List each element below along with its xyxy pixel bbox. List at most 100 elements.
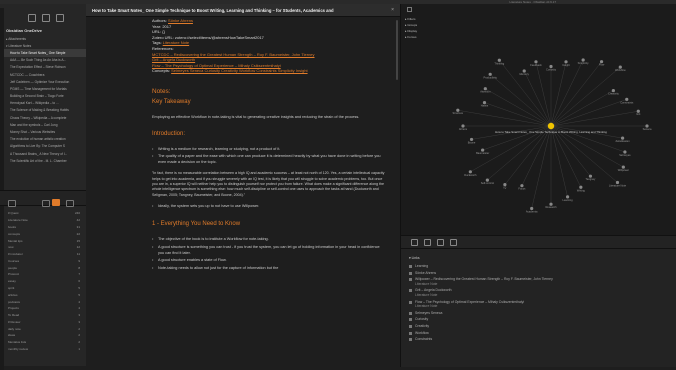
tag-row[interactable]: # incubator 11: [0, 251, 86, 258]
file-tree-item[interactable]: How to Take Smart Notes_ One Simple: [0, 49, 86, 57]
tag-name: spirit: [8, 285, 15, 290]
tag-row[interactable]: Literature Note 42: [0, 217, 86, 224]
tag-row[interactable]: Mentalus lists 2: [0, 339, 86, 346]
tag-row[interactable]: podcasts 4: [0, 298, 86, 305]
file-tree-item[interactable]: AAA — Be Such Thing As An Aha is A...: [0, 57, 86, 64]
file-tree-item[interactable]: The Expectation Effect – Steve Robson: [0, 64, 86, 71]
tag-row[interactable]: essay 6: [0, 278, 86, 285]
graph-node-label: Flow: [599, 63, 605, 67]
graph-canvas[interactable]: Curiosity Insight Simplicity Flow Workflow Cr…: [401, 14, 676, 234]
link-item[interactable]: Creativity: [409, 324, 669, 329]
tag-count: 2: [78, 326, 80, 331]
tag-row[interactable]: now 12: [0, 244, 86, 251]
tag-name: monthly review: [8, 347, 29, 352]
link-item[interactable]: Flow – The Psychology of Optimal Experie…: [409, 300, 669, 309]
tag-row[interactable]: books 31: [0, 224, 86, 231]
tag-row[interactable]: Courses 9: [0, 257, 86, 264]
file-tree-item[interactable]: Algorithms to Live By: The Computer S: [0, 143, 86, 150]
vault-name[interactable]: Obsidian OneDrive: [0, 26, 86, 35]
link-item[interactable]: Curiosity: [409, 317, 669, 322]
graph-node-label: Ahrens: [459, 127, 468, 131]
tag-pane-active-button[interactable]: [52, 199, 60, 206]
note-icon: [409, 300, 412, 304]
graph-icon[interactable]: [407, 7, 412, 12]
file-tree-item[interactable]: Hemolysal Kart – Wikipedia – to ...: [0, 100, 86, 107]
tag-row[interactable]: people 8: [0, 264, 86, 271]
close-icon[interactable]: ×: [391, 7, 394, 13]
graph-node-label: Constraints: [620, 100, 634, 104]
file-tree-item[interactable]: The evolution of human artistic creation: [0, 136, 86, 143]
key-takeaway-text: Employing an effective Workflow in note-…: [152, 114, 360, 119]
file-tree-item[interactable]: ▸ Attachments: [0, 35, 86, 42]
note-titlebar: How to Take Smart Notes_ One Simple Tech…: [86, 4, 400, 17]
tag-name: daily note: [8, 326, 21, 331]
link-item[interactable]: Learning: [409, 264, 669, 269]
section1-bullet-list: The objective of the book is to institut…: [152, 237, 386, 271]
link-item[interactable]: Workflow: [409, 331, 669, 336]
tag-icon[interactable]: [42, 200, 50, 207]
author-link[interactable]: Sönke Ahrens: [168, 18, 193, 23]
file-tree-item[interactable]: ▾ Literature Notes: [0, 42, 86, 49]
graph-node-label: IQ: [504, 186, 507, 190]
new-folder-icon[interactable]: [42, 14, 50, 22]
reference-link[interactable]: Flow – The Psychology of Optimal Experie…: [152, 63, 281, 68]
file-tree-item[interactable]: Man and the symbols – Carl Jung: [0, 121, 86, 128]
tag-link[interactable]: Literature Note: [163, 40, 189, 45]
file-tree-item[interactable]: Money Shot – Various Websites: [0, 128, 86, 135]
tag-name: concepts: [8, 231, 21, 236]
tag-row[interactable]: # Quest 240: [0, 210, 86, 217]
star-icon[interactable]: [66, 200, 74, 207]
tag-count: 8: [78, 265, 80, 270]
note-icon: [409, 265, 412, 268]
graph-center-node[interactable]: [547, 122, 555, 130]
file-tree-item[interactable]: The Scientific Art of the - M. L. Chambe…: [0, 157, 86, 164]
file-tree-item[interactable]: Chaos Theory – Wikipedia – A complete: [0, 114, 86, 121]
tag-row[interactable]: concepts 22: [0, 230, 86, 237]
tag-row[interactable]: Mental tips 15: [0, 237, 86, 244]
tag-row[interactable]: monthly review 1: [0, 346, 86, 353]
links-header[interactable]: ▾ Links: [409, 256, 669, 260]
tag-row[interactable]: Protocol 7: [0, 271, 86, 278]
link-item[interactable]: Willpower – Rediscovering the Greatest H…: [409, 277, 669, 286]
graph-view[interactable]: ▸ Filters ▸ Groups ▸ Display ▸ Forces Curio…: [400, 4, 676, 235]
heading-introduction: Introduction:: [152, 130, 186, 137]
note-icon: [409, 324, 412, 328]
tag-name: books: [8, 224, 17, 229]
editor-scrollbar[interactable]: [396, 20, 398, 80]
tag-row[interactable]: Projects 4: [0, 305, 86, 312]
file-tree-item[interactable]: Jeff Cadelnen — Optimize Your Execution: [0, 78, 86, 85]
tag-row[interactable]: To Read 3: [0, 312, 86, 319]
tag-row[interactable]: daily note 2: [0, 325, 86, 332]
tag-row[interactable]: spirit 5: [0, 285, 86, 292]
file-tree-item[interactable]: A Thousand Brains_ A New Theory of I...: [0, 150, 86, 157]
concept-links[interactable]: Selmeyes Seneca Curiosity Creativity Wor…: [171, 68, 307, 73]
links-panel: ▾ Links Learning Sönke Ahrens Willpower – …: [400, 235, 676, 367]
link-item[interactable]: Grit – Angela Duckworth Literature Note: [409, 288, 669, 297]
tag-row[interactable]: articles 5: [0, 291, 86, 298]
note-content[interactable]: Authors: Sönke Ahrens Year: 2017 URL: {}…: [152, 18, 386, 273]
link-label: Curiosity: [415, 317, 429, 322]
link-label: Grit – Angela Duckworth: [415, 288, 452, 293]
outgoing-links-icon[interactable]: [424, 238, 431, 246]
graph-node-label: Zettelkasten: [616, 139, 631, 143]
link-item[interactable]: Selmeyes Seneca: [409, 311, 669, 316]
file-tree-item[interactable]: PGMS — Time Management for Mortals: [0, 85, 86, 92]
tag-row[interactable]: ideas 2: [0, 332, 86, 339]
note-title[interactable]: How to Take Smart Notes_ One Simple Tech…: [92, 8, 387, 13]
search-icon[interactable]: [8, 200, 16, 207]
tag-name: articles: [8, 292, 18, 297]
reference-link[interactable]: Grit – Angela Duckworth: [152, 57, 195, 62]
link-item[interactable]: Constraints: [409, 337, 669, 342]
link-item[interactable]: Sönke Ahrens: [409, 271, 669, 276]
backlinks-icon[interactable]: [411, 238, 418, 246]
sort-icon[interactable]: [56, 14, 64, 22]
tag-count: 3: [78, 319, 80, 324]
file-tree-item[interactable]: Building a Second Brain – Tiago Forte: [0, 93, 86, 100]
file-tree-item[interactable]: MCTCDC — Coachbera: [0, 71, 86, 78]
reference-link[interactable]: MCTCDC – Rediscovering the Greatest Huma…: [152, 52, 315, 57]
tag-row[interactable]: # Review 3: [0, 319, 86, 326]
file-tree-item[interactable]: The Science of Making & Breaking Habits: [0, 107, 86, 114]
new-note-icon[interactable]: [28, 14, 36, 22]
tags-icon[interactable]: [437, 238, 444, 246]
outline-icon[interactable]: [450, 238, 457, 246]
